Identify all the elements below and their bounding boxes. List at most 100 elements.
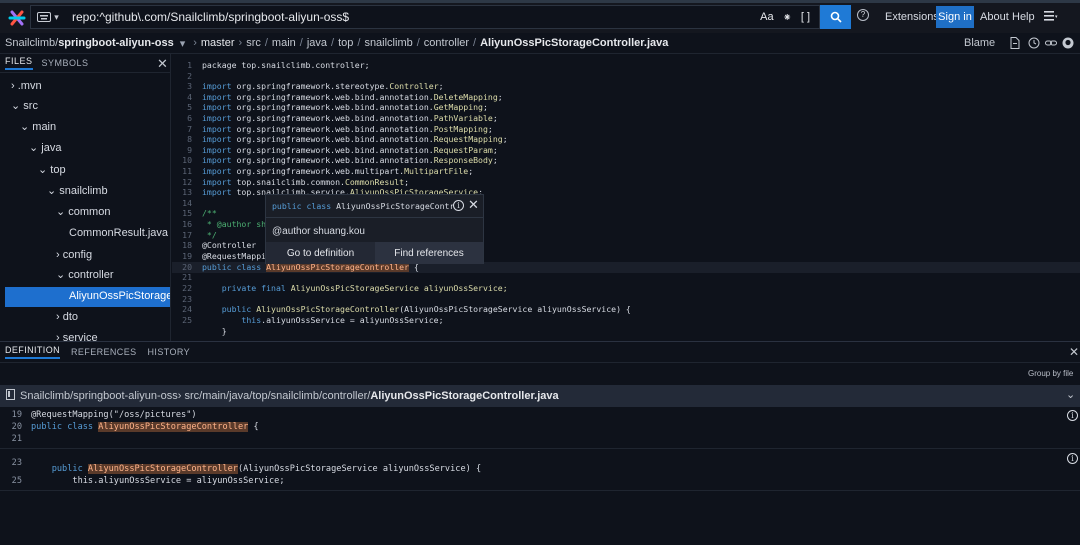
tree-item-src[interactable]: ⌄ src — [11, 96, 38, 117]
branch-selector[interactable]: master — [201, 37, 235, 49]
search-button[interactable] — [820, 5, 851, 29]
code-line: 6 import org.springframework.web.bind.ann… — [187, 113, 498, 123]
structural-search-icon[interactable]: ⁕ — [783, 11, 792, 24]
breadcrumb-path-src[interactable]: src — [246, 37, 261, 49]
tree-item-service[interactable]: › service — [56, 328, 98, 341]
close-icon[interactable]: ✕ — [1069, 345, 1079, 359]
close-icon[interactable]: ✕ — [468, 197, 479, 213]
tree-item-main[interactable]: ⌄ main — [20, 117, 56, 138]
blame-toggle[interactable]: Blame — [964, 37, 995, 49]
help-circle-icon[interactable]: ? — [857, 9, 869, 21]
sign-in-button[interactable]: Sign in — [936, 6, 974, 28]
breadcrumb-separator: / — [357, 37, 361, 49]
code-line: 2 — [187, 71, 192, 81]
code-line: 18 @Controller — [182, 240, 257, 250]
github-icon[interactable] — [1062, 37, 1074, 52]
chevron-down-icon: ▾ — [54, 11, 59, 22]
extensions-link[interactable]: Extensions — [885, 11, 939, 23]
search-context-button[interactable]: ▾ — [33, 8, 63, 26]
tab-files[interactable]: FILES — [5, 56, 33, 70]
link-icon[interactable] — [1045, 37, 1057, 52]
ref-line[interactable]: 25 this.aliyunOssService = aliyunOssServ… — [0, 475, 285, 487]
reference-repo[interactable]: Snailclimb/springboot-aliyun-oss — [20, 390, 178, 402]
tree-item-label: config — [62, 249, 93, 261]
tree-item-label: src — [23, 100, 38, 112]
sidebar-tabs: FILES SYMBOLS ✕ — [0, 54, 170, 73]
tree-item-dto[interactable]: › dto — [56, 307, 78, 328]
tree-item-snailclimb[interactable]: ⌄ snailclimb — [47, 181, 108, 202]
breadcrumb-path-main[interactable]: main — [272, 37, 296, 49]
group-by-file-toggle[interactable]: Group by file — [1028, 369, 1073, 378]
breadcrumb-file[interactable]: AliyunOssPicStorageController.java — [480, 37, 668, 49]
hover-tooltip: public class AliyunOssPicStorageContr i … — [265, 194, 484, 264]
code-line: 17 */ — [182, 230, 217, 240]
tree-item-aliyun-controller[interactable]: AliyunOssPicStorageController.java — [69, 286, 170, 307]
search-icon — [830, 11, 842, 23]
hover-doc: @author shuang.kou — [272, 226, 365, 237]
breadcrumb-path-snailclimb[interactable]: snailclimb — [364, 37, 412, 49]
tree-item-controller[interactable]: ⌄ controller — [56, 265, 114, 286]
tree-item-label: common — [68, 206, 111, 218]
ref-line[interactable]: 21 — [0, 433, 31, 445]
tree-item-java[interactable]: ⌄ java — [29, 138, 61, 159]
file-sidebar: FILES SYMBOLS ✕ › .mvn ⌄ src ⌄ main ⌄ ja… — [0, 54, 171, 341]
chevron-down-icon: ⌄ — [29, 142, 39, 154]
help-link[interactable]: Help — [1012, 11, 1035, 23]
code-line: 4 import org.springframework.web.bind.ann… — [187, 92, 503, 102]
chevron-down-icon: ⌄ — [47, 185, 57, 197]
breadcrumb-separator: › — [238, 37, 243, 49]
find-references-button[interactable]: Find references — [375, 242, 483, 264]
ref-line[interactable]: 19 @RequestMapping("/oss/pictures") — [0, 409, 197, 421]
breadcrumb-separator: / — [264, 37, 268, 49]
ref-line[interactable]: 24 public AliyunOssPicStorageController(… — [0, 463, 481, 475]
breadcrumb-separator: / — [473, 37, 477, 49]
search-input[interactable]: repo:^github\.com/Snailclimb/springboot-… — [72, 10, 760, 24]
search-bar[interactable]: ▾ repo:^github\.com/Snailclimb/springboo… — [30, 5, 820, 29]
regex-toggle[interactable]: [ ] — [801, 11, 810, 23]
tree-item-config[interactable]: › config — [56, 245, 92, 266]
history-icon[interactable] — [1028, 37, 1040, 52]
about-link[interactable]: About — [980, 11, 1009, 23]
tab-history[interactable]: HISTORY — [148, 347, 190, 357]
reference-file-header[interactable]: Snailclimb/springboot-aliyun-oss › src/m… — [0, 385, 1080, 407]
close-icon[interactable]: ✕ — [157, 56, 168, 72]
panel-toolbar: Group by file — [0, 362, 1080, 385]
sourcegraph-logo-icon[interactable] — [4, 5, 30, 31]
tree-item-label: main — [32, 121, 57, 133]
code-line: 21 — [182, 272, 192, 282]
reference-file[interactable]: AliyunOssPicStorageController.java — [370, 390, 558, 402]
tree-item-mvn[interactable]: › .mvn — [11, 76, 42, 97]
raw-file-icon[interactable] — [1010, 37, 1020, 52]
tab-symbols[interactable]: SYMBOLS — [42, 58, 89, 68]
info-icon[interactable]: i — [1067, 453, 1078, 464]
case-sensitivity-toggle[interactable]: Aa — [760, 11, 773, 23]
code-line: 23 — [182, 294, 192, 304]
repo-owner[interactable]: Snailclimb/ — [5, 37, 58, 49]
divider — [266, 217, 483, 218]
code-line: 24 public AliyunOssPicStorageController(… — [182, 304, 631, 314]
ref-line[interactable]: 20 public class AliyunOssPicStorageContro… — [0, 421, 259, 433]
code-line: 11 import org.springframework.web.multipa… — [182, 166, 474, 176]
breadcrumb-path-top[interactable]: top — [338, 37, 353, 49]
code-line: 1 package top.snailclimb.controller; — [187, 60, 370, 70]
chevron-down-icon[interactable]: ▾ — [180, 37, 186, 50]
tab-references[interactable]: REFERENCES — [71, 347, 137, 357]
code-line: 7 import org.springframework.web.bind.ann… — [187, 124, 493, 134]
tree-item-common[interactable]: ⌄ common — [56, 202, 110, 223]
menu-icon[interactable]: ▾ — [1044, 11, 1058, 24]
info-icon[interactable]: i — [1067, 410, 1078, 421]
code-line: 12 import top.snailclimb.common.CommonRes… — [182, 177, 410, 187]
tree-item-label: snailclimb — [59, 185, 108, 197]
tab-definition[interactable]: DEFINITION — [5, 345, 60, 359]
code-line: 0 } — [202, 326, 227, 336]
go-to-definition-button[interactable]: Go to definition — [266, 242, 375, 264]
keyboard-icon — [37, 12, 52, 22]
code-line: 16 * @author sh — [182, 219, 267, 229]
repo-name[interactable]: springboot-aliyun-oss — [58, 37, 174, 49]
breadcrumb-path-controller[interactable]: controller — [424, 37, 469, 49]
tree-item-commonresult[interactable]: CommonResult.java — [69, 223, 168, 244]
tree-item-top[interactable]: ⌄ top — [38, 160, 66, 181]
chevron-down-icon[interactable]: ⌄ — [1066, 388, 1075, 401]
breadcrumb-path-java[interactable]: java — [307, 37, 327, 49]
info-icon[interactable]: i — [453, 200, 464, 211]
